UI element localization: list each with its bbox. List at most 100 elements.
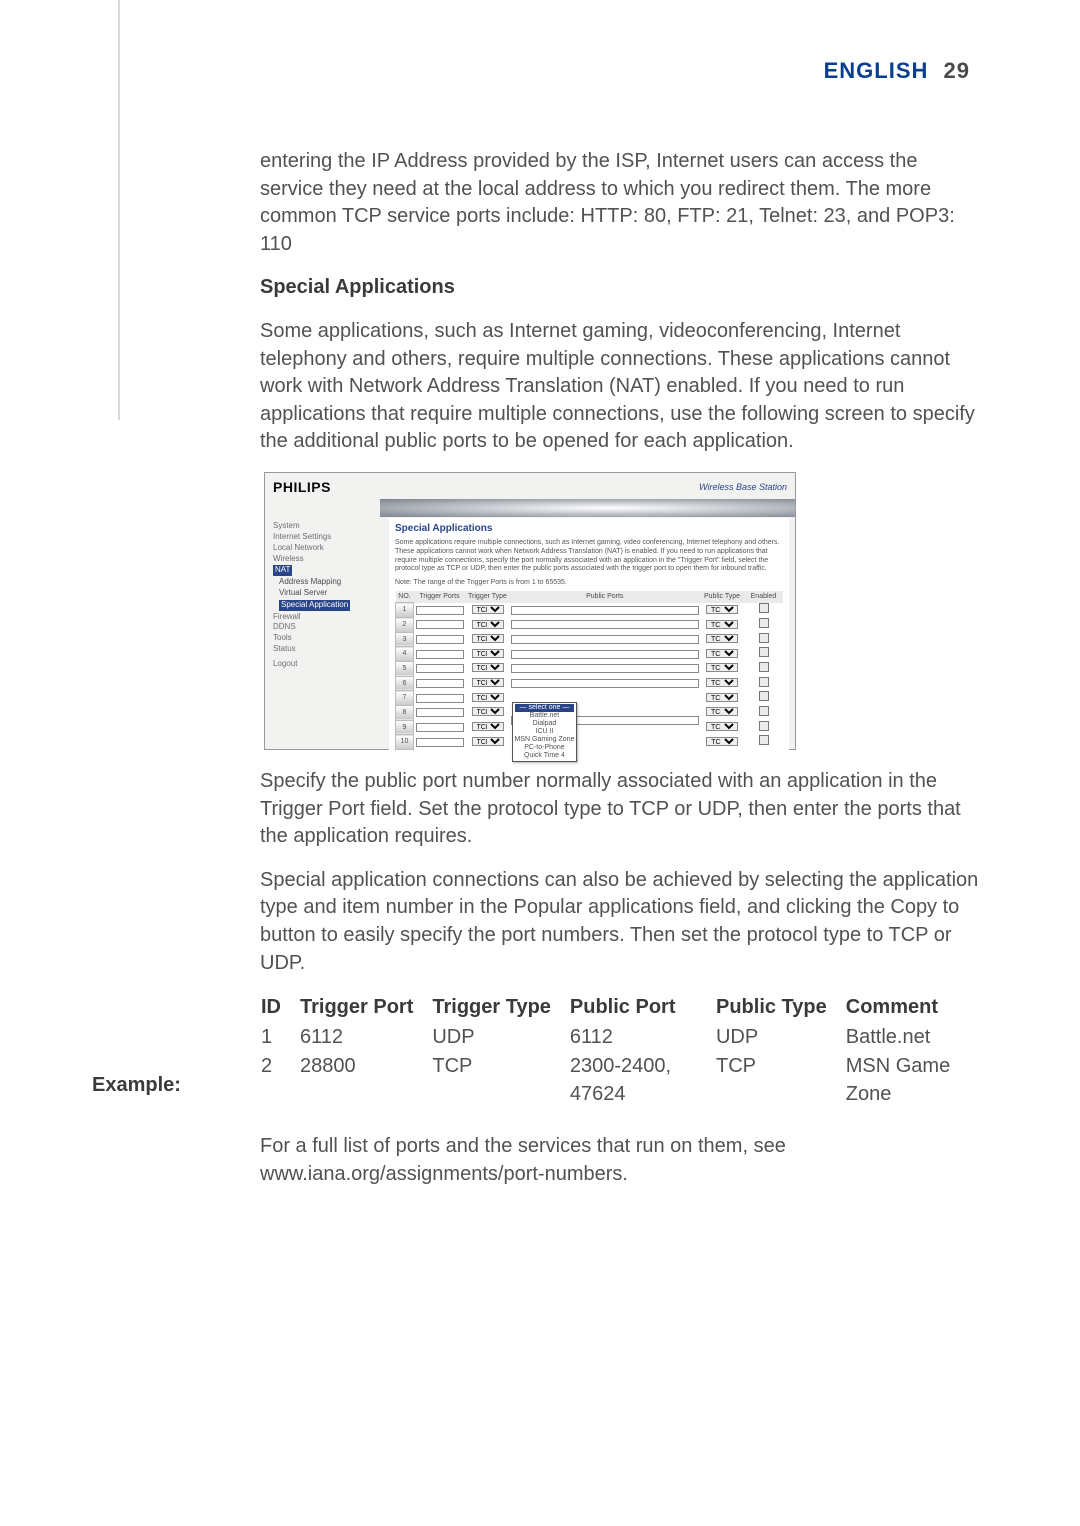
ex-trigger-port: 6112 <box>299 1023 431 1053</box>
closing-text: For a full list of ports and the service… <box>260 1135 786 1157</box>
enabled-checkbox[interactable] <box>759 618 769 628</box>
product-name: Wireless Base Station <box>699 481 787 493</box>
popular-app-option[interactable]: Battle.net <box>515 712 575 720</box>
ex-public-type: UDP <box>715 1023 845 1053</box>
nav-wireless[interactable]: Wireless <box>273 554 385 565</box>
public-type-select[interactable]: TCP <box>706 737 738 746</box>
nav-virtual-server[interactable]: Virtual Server <box>279 588 385 599</box>
public-port-input[interactable] <box>511 635 699 644</box>
trigger-port-input[interactable] <box>416 650 465 659</box>
enabled-checkbox[interactable] <box>759 662 769 672</box>
table-row: 3TCPTCP <box>396 632 783 647</box>
public-type-select[interactable]: TCP <box>706 620 738 629</box>
trigger-port-input[interactable] <box>416 738 465 747</box>
ex-col-public-port: Public Port <box>569 993 715 1023</box>
popular-app-option[interactable]: Quick Time 4 <box>515 752 575 760</box>
trigger-port-input[interactable] <box>416 694 465 703</box>
trigger-type-select[interactable]: TCP <box>472 649 504 658</box>
public-type-select[interactable]: TCP <box>706 707 738 716</box>
trigger-port-input[interactable] <box>416 723 465 732</box>
public-port-input[interactable] <box>511 620 699 629</box>
section-heading: Special Applications <box>260 274 980 302</box>
nav-firewall[interactable]: Firewall <box>273 612 385 623</box>
trigger-type-select[interactable]: TCP <box>472 620 504 629</box>
enabled-checkbox[interactable] <box>759 691 769 701</box>
nav-logout[interactable]: Logout <box>273 659 385 670</box>
popular-app-option[interactable]: Dialpad <box>515 720 575 728</box>
public-port-input[interactable] <box>511 606 699 615</box>
enabled-checkbox[interactable] <box>759 633 769 643</box>
nav-special-application[interactable]: Special Application <box>279 600 350 611</box>
screenshot-body: System Internet Settings Local Network W… <box>265 517 795 760</box>
embedded-screenshot: PHILIPS Wireless Base Station System Int… <box>264 472 796 750</box>
enabled-checkbox[interactable] <box>759 603 769 613</box>
left-divider <box>118 0 120 420</box>
ex-public-port: 6112 <box>569 1023 715 1053</box>
nav-address-mapping[interactable]: Address Mapping <box>279 577 385 588</box>
enabled-checkbox[interactable] <box>759 721 769 731</box>
example-row: 2 28800 TCP 2300-2400, 47624 TCP MSN Gam… <box>260 1052 980 1109</box>
popular-app-option[interactable]: ICU II <box>515 728 575 736</box>
public-type-select[interactable]: TCP <box>706 678 738 687</box>
ex-id: 1 <box>260 1023 299 1053</box>
trigger-type-select[interactable]: TCP <box>472 737 504 746</box>
trigger-port-input[interactable] <box>416 635 465 644</box>
public-type-select[interactable]: TCP <box>706 663 738 672</box>
table-row: 6TCPTCP <box>396 676 783 691</box>
page-header: ENGLISH 29 <box>824 58 970 84</box>
trigger-port-input[interactable] <box>416 679 465 688</box>
nav-system[interactable]: System <box>273 521 385 532</box>
screenshot-header: PHILIPS Wireless Base Station <box>265 473 795 497</box>
panel-note: Note: The range of the Trigger Ports is … <box>395 578 783 588</box>
trigger-type-select[interactable]: TCP <box>472 605 504 614</box>
closing-url: www.iana.org/assignments/port-numbers. <box>260 1163 628 1185</box>
para-after-2: Special application connections can also… <box>260 867 980 977</box>
ex-col-trigger-type: Trigger Type <box>431 993 569 1023</box>
enabled-checkbox[interactable] <box>759 647 769 657</box>
trigger-type-select[interactable]: TCP <box>472 634 504 643</box>
nav-nat[interactable]: NAT <box>273 565 292 576</box>
public-port-input[interactable] <box>511 679 699 688</box>
trigger-type-select[interactable]: TCP <box>472 678 504 687</box>
col-public-type: Public Type <box>700 591 745 603</box>
ex-public-port: 2300-2400, 47624 <box>569 1052 715 1109</box>
trigger-port-input[interactable] <box>416 620 465 629</box>
table-row: 1TCPTCP <box>396 603 783 618</box>
trigger-type-select[interactable]: TCP <box>472 693 504 702</box>
public-port-input[interactable] <box>511 650 699 659</box>
nav-internet-settings[interactable]: Internet Settings <box>273 532 385 543</box>
example-row: 1 6112 UDP 6112 UDP Battle.net <box>260 1023 980 1053</box>
ex-comment: MSN Game Zone <box>845 1052 980 1109</box>
trigger-port-input[interactable] <box>416 606 465 615</box>
ex-comment: Battle.net <box>845 1023 980 1053</box>
main-panel: Special Applications Some applications r… <box>389 518 789 754</box>
nav-status[interactable]: Status <box>273 644 385 655</box>
nav-local-network[interactable]: Local Network <box>273 543 385 554</box>
trigger-type-select[interactable]: TCP <box>472 707 504 716</box>
public-type-select[interactable]: TCP <box>706 722 738 731</box>
trigger-type-select[interactable]: TCP <box>472 663 504 672</box>
public-type-select[interactable]: TCP <box>706 693 738 702</box>
enabled-checkbox[interactable] <box>759 706 769 716</box>
ex-col-id: ID <box>260 993 299 1023</box>
page: ENGLISH 29 entering the IP Address provi… <box>0 0 1080 1526</box>
trigger-type-select[interactable]: TCP <box>472 722 504 731</box>
language-label: ENGLISH <box>824 58 929 83</box>
popular-app-option[interactable]: MSN Gaming Zone <box>515 736 575 744</box>
main-content: entering the IP Address provided by the … <box>260 148 980 1205</box>
popular-apps-dropdown[interactable]: — select one — Battle.net Dialpad ICU II… <box>512 702 578 762</box>
enabled-checkbox[interactable] <box>759 677 769 687</box>
public-type-select[interactable]: TCP <box>706 605 738 614</box>
popular-app-option[interactable]: — select one — <box>515 704 575 712</box>
ex-trigger-port: 28800 <box>299 1052 431 1109</box>
popular-app-option[interactable]: PC-to-Phone <box>515 744 575 752</box>
public-type-select[interactable]: TCP <box>706 649 738 658</box>
trigger-port-input[interactable] <box>416 664 465 673</box>
trigger-port-input[interactable] <box>416 708 465 717</box>
nav-tools[interactable]: Tools <box>273 633 385 644</box>
public-type-select[interactable]: TCP <box>706 634 738 643</box>
public-port-input[interactable] <box>511 664 699 673</box>
enabled-checkbox[interactable] <box>759 735 769 745</box>
intro-paragraph: entering the IP Address provided by the … <box>260 148 980 258</box>
nav-ddns[interactable]: DDNS <box>273 622 385 633</box>
